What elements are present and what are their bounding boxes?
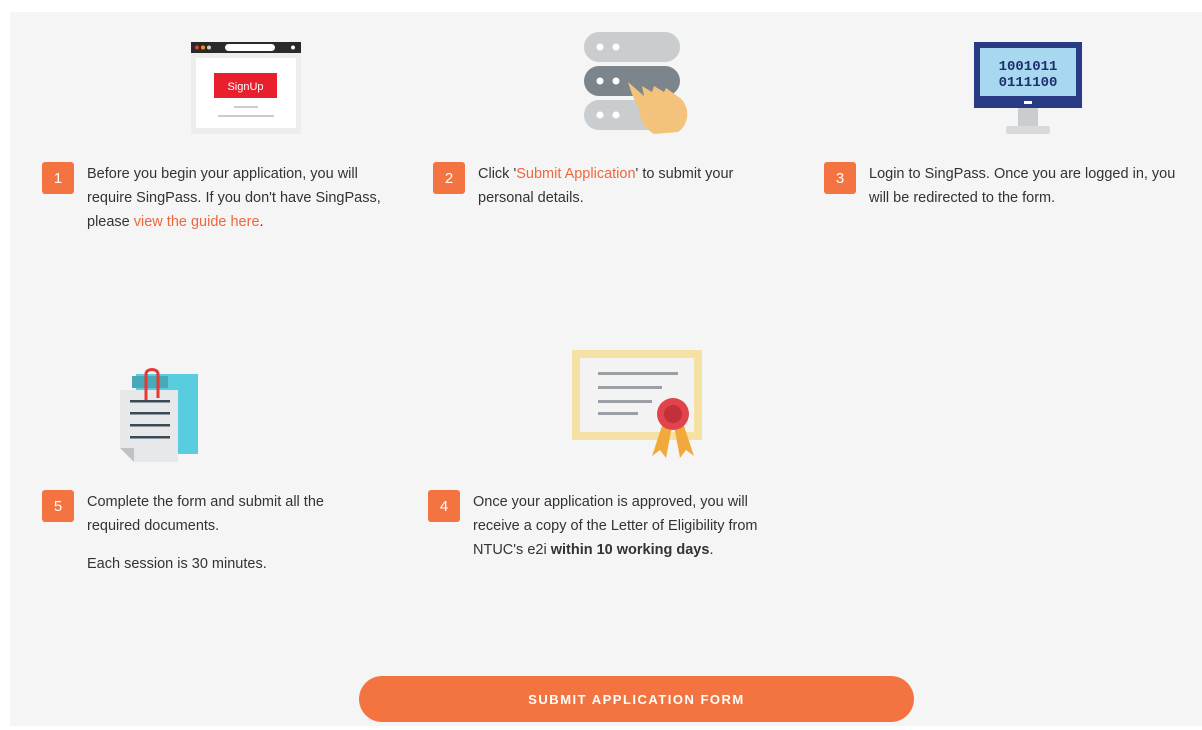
step-description: Login to SingPass. Once you are logged i… (869, 166, 1176, 206)
step-description: Click 'Submit Application' to submit you… (478, 166, 734, 206)
step-number-badge: 5 (42, 490, 74, 522)
step-number-badge: 2 (433, 162, 465, 194)
step-2: 2 Click 'Submit Application' to submit y… (433, 162, 773, 210)
step-5: 5 Complete the form and submit all the r… (42, 490, 372, 576)
monitor-binary-icon: 1001011 0111100 (974, 42, 1082, 134)
server-hand-icon (584, 32, 688, 134)
binary-line-2: 0111100 (999, 75, 1058, 91)
submit-application-link[interactable]: Submit Application (516, 166, 635, 182)
step-number-badge: 3 (824, 162, 856, 194)
binary-line-1: 1001011 (999, 59, 1058, 75)
browser-signup-icon: SignUp (191, 42, 301, 134)
step-1: 1 Before you begin your application, you… (42, 162, 382, 234)
clipboard-documents-icon (120, 368, 198, 462)
step-description: Complete the form and submit all the req… (87, 490, 372, 576)
certificate-icon (572, 350, 702, 458)
step-3: 3 Login to SingPass. Once you are logged… (824, 162, 1194, 210)
view-guide-link[interactable]: view the guide here (134, 214, 260, 230)
step-description: Before you begin your application, you w… (87, 166, 381, 230)
session-note: Each session is 30 minutes. (87, 556, 267, 572)
step-number-badge: 1 (42, 162, 74, 194)
step-description: Once your application is approved, you w… (473, 494, 758, 558)
submit-application-form-button[interactable]: SUBMIT APPLICATION FORM (359, 676, 914, 722)
signup-label: SignUp (227, 81, 263, 93)
step-number-badge: 4 (428, 490, 460, 522)
step-4: 4 Once your application is approved, you… (428, 490, 778, 562)
